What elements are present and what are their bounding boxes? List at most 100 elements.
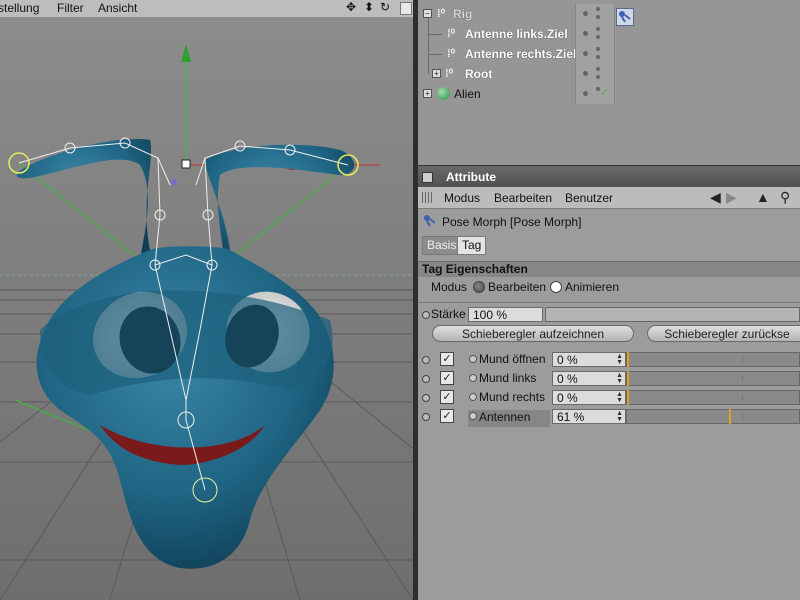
slider-knob[interactable] [627,371,629,386]
visibility-toggles[interactable] [575,64,615,84]
null-object-icon: ⁞⁰ [445,68,454,80]
zoom-icon[interactable]: ⬍ [364,0,374,14]
null-object-icon: ⁞⁰ [447,48,456,60]
polygon-object-icon [437,87,450,100]
move-icon[interactable]: ✥ [346,0,356,14]
visibility-toggles[interactable] [575,24,615,44]
expand-toggle[interactable]: + [432,69,441,78]
section-title: Tag Eigenschaften [422,262,528,276]
morph-slider[interactable] [626,352,800,367]
keyframe-dot[interactable] [469,355,477,363]
radio-animieren-label[interactable]: Animieren [565,280,619,294]
modus-row: Modus Bearbeiten Animieren [418,277,800,297]
animate-dot[interactable] [422,394,430,402]
animate-dot[interactable] [422,356,430,364]
morph-enable-checkbox[interactable]: ✓ [440,352,454,366]
animate-dot[interactable] [422,311,430,319]
object-name[interactable]: Antenne links.Ziel [465,27,568,41]
object-name[interactable]: Root [465,67,492,81]
expand-toggle[interactable]: + [423,89,432,98]
morph-value: 61 % [557,410,585,424]
null-object-icon: ⁞⁰ [447,28,456,40]
menu-filter[interactable]: Filter [57,1,84,15]
rotate-icon[interactable]: ↻ [380,0,390,14]
menu-ansicht[interactable]: Ansicht [98,1,137,15]
record-sliders-button[interactable]: Schieberegler aufzeichnen [432,325,634,342]
section-header: Tag Eigenschaften [418,261,800,277]
object-row-root[interactable]: + ⁞⁰ Root [418,64,800,84]
window-menu-icon[interactable] [422,172,433,183]
visibility-toggles[interactable] [575,44,615,64]
maximize-icon[interactable] [400,2,412,15]
morph-value-input[interactable]: 61 % ▲ ▼ [552,409,626,424]
reset-sliders-button[interactable]: Schieberegler zurückse [647,325,800,342]
object-axis-center[interactable] [181,159,191,169]
tab-tag[interactable]: Tag [457,236,487,255]
tab-basis[interactable]: Basis [422,236,462,255]
3d-viewport[interactable]: stellung Filter Ansicht ✥ ⬍ ↻ [0,0,413,600]
menu-modus[interactable]: Modus [444,191,480,205]
slider-knob[interactable] [627,352,629,367]
menu-benutzer[interactable]: Benutzer [565,191,613,205]
keyframe-dot[interactable] [469,412,477,420]
object-row-alien[interactable]: + Alien ✓ [418,84,800,104]
morph-enable-checkbox[interactable]: ✓ [440,371,454,385]
visibility-toggles[interactable]: ✓ [575,84,615,104]
morph-slider[interactable] [626,371,800,386]
attribute-menubar: Modus Bearbeiten Benutzer ◀ ▶ ▲ ⚲ [418,187,800,209]
radio-bearbeiten-label[interactable]: Bearbeiten [488,280,546,294]
attribute-titlebar: Attribute [418,165,800,188]
morph-value-input[interactable]: 0 % ▲ ▼ [552,390,626,405]
object-name[interactable]: Rig [453,7,472,21]
keyframe-dot[interactable] [469,393,477,401]
z-axis-handle [171,179,177,185]
search-icon[interactable]: ⚲ [780,189,790,206]
object-header: Pose Morph [Pose Morph] [418,209,800,233]
morph-slider[interactable] [626,390,800,405]
morph-value: 0 % [557,391,578,405]
menu-darstellung[interactable]: stellung [0,1,39,15]
animate-dot[interactable] [422,375,430,383]
keyframe-dot[interactable] [469,374,477,382]
scene-render[interactable] [0,17,413,600]
back-arrow-icon[interactable]: ◀ [710,189,721,206]
panel-title: Attribute [446,170,496,184]
expand-toggle[interactable]: − [423,9,432,18]
object-row-antenne-rechts[interactable]: ⁞⁰ Antenne rechts.Ziel [418,44,800,64]
morph-slider[interactable] [626,409,800,424]
morph-enable-checkbox[interactable]: ✓ [440,409,454,423]
radio-animieren[interactable] [550,281,562,293]
morph-value-input[interactable]: 0 % ▲ ▼ [552,371,626,386]
radio-bearbeiten[interactable] [473,281,485,293]
menu-bearbeiten[interactable]: Bearbeiten [494,191,552,205]
strength-slider[interactable] [545,307,800,322]
animate-dot[interactable] [422,413,430,421]
morph-enable-checkbox[interactable]: ✓ [440,390,454,404]
slider-knob[interactable] [729,409,731,424]
modus-label: Modus [431,280,468,294]
morph-label: Antennen [479,410,531,424]
pose-morph-icon [424,215,436,227]
grip-icon[interactable] [422,192,434,203]
object-name[interactable]: Antenne rechts.Ziel [465,47,576,61]
strength-input[interactable]: 100 % [468,307,543,322]
slider-knob[interactable] [627,390,629,405]
visibility-toggles[interactable] [575,4,615,24]
morph-value: 0 % [557,372,578,386]
slider-fill [546,308,799,321]
morph-value: 0 % [557,353,578,367]
strength-label: Stärke [431,307,466,321]
divider [418,302,800,303]
check-icon: ✓ [600,87,610,99]
object-name[interactable]: Alien [454,87,481,101]
object-title: Pose Morph [Pose Morph] [442,215,582,229]
morph-value-input[interactable]: 0 % ▲ ▼ [552,352,626,367]
morph-label: Mund rechts [479,390,546,404]
attribute-manager: Attribute Modus Bearbeiten Benutzer ◀ ▶ … [418,165,800,600]
object-row-rig[interactable]: − ⁞⁰ Rig [418,4,800,26]
strength-value: 100 % [473,308,508,322]
up-arrow-icon[interactable]: ▲ [756,189,770,205]
forward-arrow-icon[interactable]: ▶ [726,189,737,206]
object-row-antenne-links[interactable]: ⁞⁰ Antenne links.Ziel [418,24,800,44]
morph-label: Mund öffnen [479,352,546,366]
